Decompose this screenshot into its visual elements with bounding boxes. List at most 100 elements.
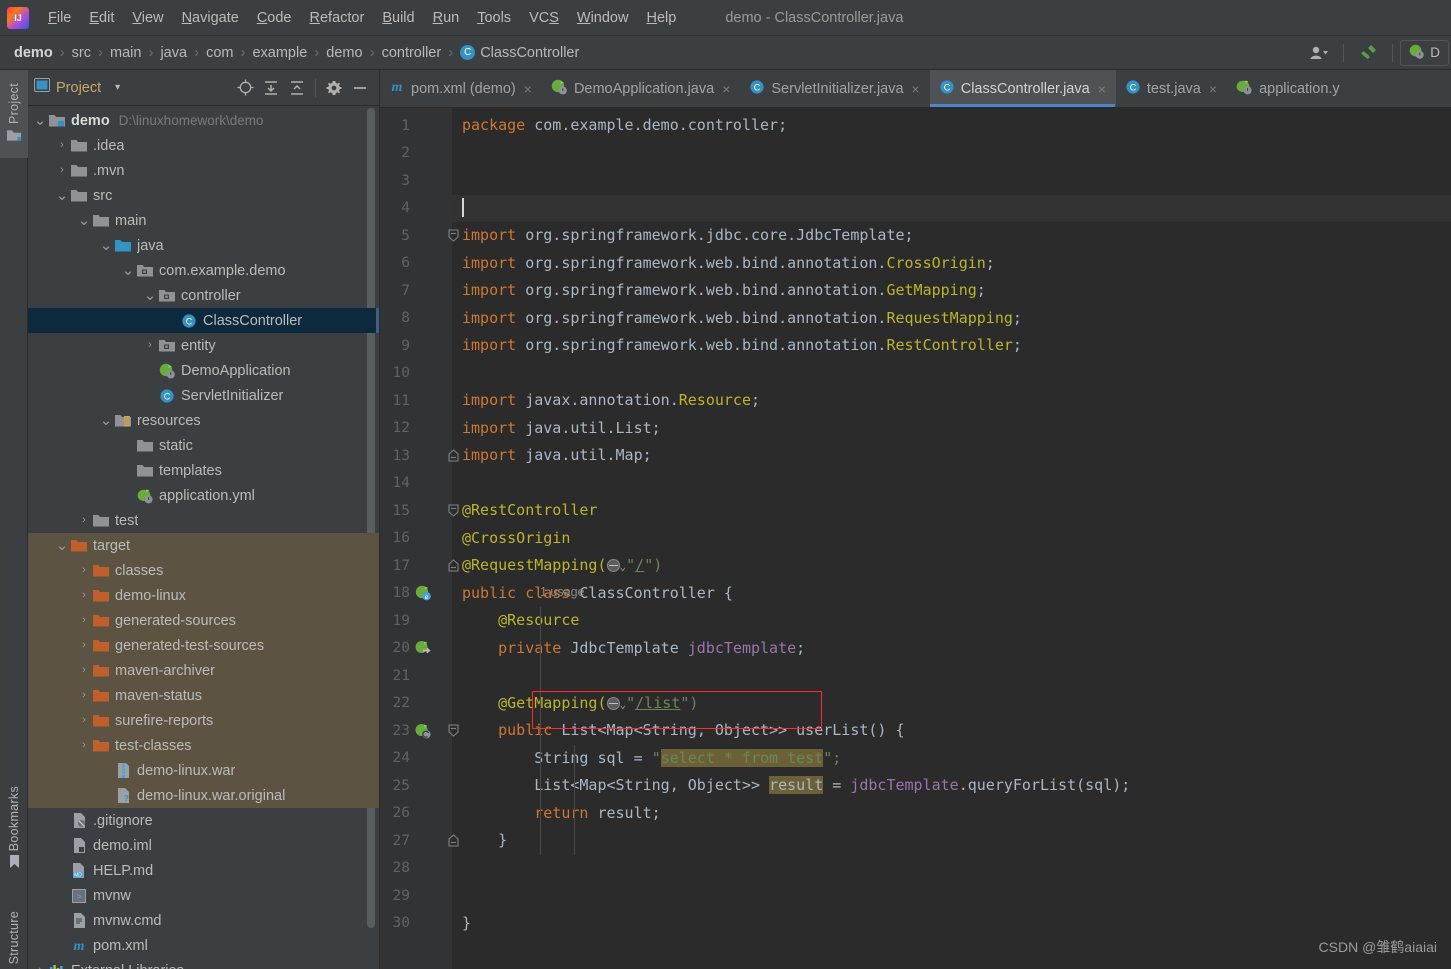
code-line[interactable]	[452, 662, 1451, 690]
menu-item-window[interactable]: Window	[568, 7, 638, 29]
chevron-right-icon[interactable]: ›	[76, 590, 92, 601]
close-icon[interactable]: ×	[912, 81, 920, 97]
tree-row[interactable]: › maven-archiver	[28, 658, 379, 683]
chevron-right-icon[interactable]: ›	[76, 665, 92, 676]
chevron-down-icon[interactable]: ⌄	[98, 238, 114, 253]
code-line[interactable]	[452, 360, 1451, 388]
tree-row[interactable]: › classes	[28, 558, 379, 583]
code-line[interactable]	[452, 882, 1451, 910]
tree-row[interactable]: ›>mvnw	[28, 883, 379, 908]
hide-panel-icon[interactable]	[347, 75, 373, 101]
editor-code-area[interactable]: package com.example.demo.controller; impo…	[452, 108, 1451, 969]
chevron-down-icon[interactable]: ⌄	[54, 188, 70, 203]
code-line[interactable]: package com.example.demo.controller;	[452, 112, 1451, 140]
code-line[interactable]: import org.springframework.web.bind.anno…	[452, 277, 1451, 305]
editor-tab-test-java[interactable]: Ctest.java ×	[1116, 70, 1227, 107]
tree-row[interactable]: ⌄ resources	[28, 408, 379, 433]
breadcrumb-item-example[interactable]: example	[248, 43, 311, 63]
tree-row[interactable]: › test-classes	[28, 733, 379, 758]
tree-row[interactable]: › surefire-reports	[28, 708, 379, 733]
menu-item-vcs[interactable]: VCS	[520, 7, 568, 29]
chevron-right-icon[interactable]: ›	[76, 690, 92, 701]
breadcrumb-item-demo[interactable]: demo	[322, 43, 366, 63]
tree-row[interactable]: ›demo-linux.war	[28, 758, 379, 783]
code-line[interactable]: List<Map<String, Object>> result = jdbcT…	[452, 772, 1451, 800]
code-line[interactable]	[452, 140, 1451, 168]
run-configuration-selector[interactable]: D	[1400, 39, 1449, 66]
menu-item-code[interactable]: Code	[248, 7, 301, 29]
chevron-right-icon[interactable]: ›	[76, 640, 92, 651]
menu-item-navigate[interactable]: Navigate	[173, 7, 248, 29]
code-line[interactable]: @Resource	[452, 607, 1451, 635]
editor-tab-application-y[interactable]: application.y	[1227, 70, 1350, 107]
tree-row[interactable]: ›application.yml	[28, 483, 379, 508]
menu-item-file[interactable]: File	[39, 7, 80, 29]
breadcrumb-item-controller[interactable]: controller	[378, 43, 446, 63]
usage-hint[interactable]: 1 usage	[540, 585, 584, 599]
editor-gutter[interactable]: 1 2 3 4 5 6 7 8 9 10 11 12 13 14 15 16 17 18 e 19 20 21 22 23 24…	[380, 108, 459, 969]
chevron-down-icon[interactable]: ⌄	[98, 413, 114, 428]
breadcrumb-item-demo[interactable]: demo	[10, 43, 57, 63]
code-line[interactable]: }	[452, 910, 1451, 938]
chevron-down-icon[interactable]: ⌄	[120, 263, 136, 278]
breadcrumb-item-src[interactable]: src	[68, 43, 95, 63]
tree-row[interactable]: ›mvnw.cmd	[28, 908, 379, 933]
tree-row[interactable]: › maven-status	[28, 683, 379, 708]
tree-row[interactable]: ›templates	[28, 458, 379, 483]
user-account-icon[interactable]	[1302, 39, 1336, 67]
close-icon[interactable]: ×	[1209, 81, 1217, 97]
menu-item-build[interactable]: Build	[373, 7, 423, 29]
tree-row[interactable]: › entity	[28, 333, 379, 358]
tree-row[interactable]: ›static	[28, 433, 379, 458]
tree-row[interactable]: ›demo.iml	[28, 833, 379, 858]
chevron-right-icon[interactable]: ›	[76, 615, 92, 626]
tree-row[interactable]: ⌄ controller	[28, 283, 379, 308]
tree-row[interactable]: ⌄ java	[28, 233, 379, 258]
code-line[interactable]: import javax.annotation.Resource;	[452, 387, 1451, 415]
tree-row[interactable]: ›DemoApplication	[28, 358, 379, 383]
spring-bean-icon[interactable]: e	[413, 585, 433, 601]
close-icon[interactable]: ×	[524, 81, 532, 97]
close-icon[interactable]: ×	[722, 81, 730, 97]
editor-tab-pom-xml-demo-[interactable]: m pom.xml (demo) ×	[380, 70, 542, 107]
expand-all-icon[interactable]	[258, 75, 284, 101]
tree-row[interactable]: ⌄ target	[28, 533, 379, 558]
menu-item-edit[interactable]: Edit	[80, 7, 123, 29]
menu-item-tools[interactable]: Tools	[468, 7, 520, 29]
chevron-right-icon[interactable]: ›	[76, 565, 92, 576]
menu-item-run[interactable]: Run	[424, 7, 469, 29]
code-line[interactable]: @RequestMapping(⌄"/")	[452, 552, 1451, 580]
tool-button-project[interactable]: Project	[0, 70, 28, 158]
chevron-down-icon[interactable]: ⌄	[142, 288, 158, 303]
tree-row[interactable]: › External Libraries	[28, 958, 379, 969]
spring-mapping-icon[interactable]	[413, 723, 433, 739]
chevron-right-icon[interactable]: ›	[76, 515, 92, 526]
collapse-all-icon[interactable]	[284, 75, 310, 101]
spring-autowired-icon[interactable]	[413, 640, 433, 656]
code-editor[interactable]: 1 2 3 4 5 6 7 8 9 10 11 12 13 14 15 16 17 18 e 19 20 21 22 23 24…	[380, 108, 1451, 969]
tree-row[interactable]: › test	[28, 508, 379, 533]
tree-row[interactable]: › generated-sources	[28, 608, 379, 633]
chevron-right-icon[interactable]: ›	[142, 340, 158, 351]
chevron-down-icon[interactable]: ⌄	[54, 538, 70, 553]
chevron-down-icon[interactable]: ⌄	[76, 213, 92, 228]
code-line[interactable]	[452, 855, 1451, 883]
breadcrumb-item-main[interactable]: main	[106, 43, 145, 63]
tree-row[interactable]: › generated-test-sources	[28, 633, 379, 658]
tree-row[interactable]: › demo-linux	[28, 583, 379, 608]
chevron-down-icon[interactable]: ⌄	[32, 113, 48, 128]
web-reference-icon[interactable]: ⌄	[606, 556, 626, 574]
chevron-right-icon[interactable]: ›	[54, 165, 70, 176]
tree-row[interactable]: ⌄ src	[28, 183, 379, 208]
menu-item-view[interactable]: View	[123, 7, 172, 29]
code-line[interactable]: return result;	[452, 800, 1451, 828]
tree-row[interactable]: ›mpom.xml	[28, 933, 379, 958]
close-icon[interactable]: ×	[1098, 81, 1106, 97]
web-reference-icon[interactable]: ⌄	[606, 694, 626, 712]
tree-row[interactable]: ⌄ com.example.demo	[28, 258, 379, 283]
tree-row-selected[interactable]: ›CClassController	[28, 308, 379, 333]
chevron-right-icon[interactable]: ›	[32, 965, 48, 969]
tool-button-structure[interactable]: Structure	[0, 898, 28, 969]
project-panel-caret-icon[interactable]: ▾	[115, 82, 120, 93]
tool-button-bookmarks[interactable]: Bookmarks	[0, 770, 28, 888]
